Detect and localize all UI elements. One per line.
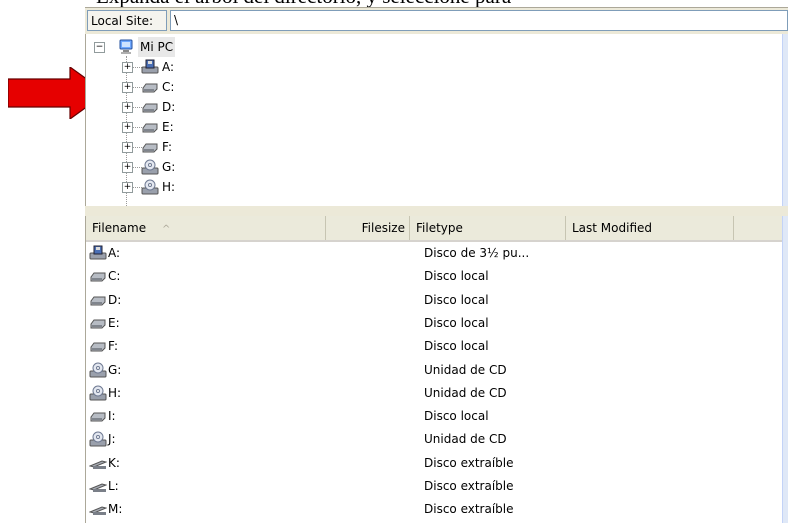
file-name: F: [108, 339, 119, 354]
list-item[interactable]: G: Unidad de CD [86, 359, 783, 382]
list-item[interactable]: E: Disco local [86, 312, 783, 335]
column-filesize[interactable]: Filesize [326, 216, 410, 240]
local-site-path-input[interactable]: \ [170, 10, 788, 31]
column-filename[interactable]: Filename ^ [86, 216, 326, 240]
file-name: D: [108, 292, 122, 307]
expand-icon[interactable]: + [122, 122, 133, 133]
file-type: Disco extraíble [424, 502, 514, 517]
expand-icon[interactable]: + [122, 162, 133, 173]
tree-item[interactable]: + F: [86, 137, 776, 157]
expand-icon[interactable]: + [122, 62, 133, 73]
file-type: Disco local [424, 292, 489, 307]
expand-icon[interactable]: + [122, 182, 133, 193]
removable-disk-icon [88, 501, 108, 523]
list-scrollbar[interactable] [782, 216, 788, 523]
tree-item-label: H: [162, 180, 176, 194]
list-item[interactable]: I: Disco local [86, 405, 783, 428]
file-name: L: [108, 479, 119, 493]
file-type: Disco de 3½ pu... [424, 246, 530, 260]
tree-scrollbar[interactable] [782, 34, 788, 206]
list-item[interactable]: L: Disco extraíble [86, 475, 783, 498]
file-type: Disco extraíble [424, 455, 514, 470]
tree-item[interactable]: + H: [86, 177, 776, 197]
my-computer-icon [119, 39, 133, 54]
column-last-modified[interactable]: Last Modified [566, 216, 734, 240]
file-name: C: [108, 269, 121, 284]
expand-icon[interactable]: + [122, 82, 133, 93]
file-name: E: [108, 315, 120, 330]
file-name: I: [108, 409, 116, 424]
list-item[interactable]: A: Disco de 3½ pu... [86, 242, 783, 265]
cd-drive-icon [141, 179, 159, 201]
list-item[interactable]: K: Disco extraíble [86, 452, 783, 475]
tree-item[interactable]: + D: [86, 97, 776, 117]
local-site-label: Local Site: [87, 10, 167, 31]
file-list: Filename ^ Filesize Filetype Last Modifi… [85, 216, 788, 523]
tree-item-mi-pc[interactable]: − Mi PC [86, 37, 776, 57]
file-name: G: [108, 362, 122, 377]
file-type: Unidad de CD [424, 362, 507, 377]
list-item[interactable]: D: Disco local [86, 289, 783, 312]
tree-item-label: A: [162, 60, 175, 74]
file-type: Unidad de CD [424, 385, 507, 400]
column-filetype[interactable]: Filetype [410, 216, 566, 240]
tree-item-label: G: [162, 160, 176, 174]
tree-item-label: D: [162, 100, 176, 114]
collapse-icon[interactable]: − [94, 42, 105, 53]
list-item[interactable]: H: Unidad de CD [86, 382, 783, 405]
sort-ascending-icon: ^ [161, 224, 171, 235]
list-item[interactable]: C: Disco local [86, 265, 783, 288]
list-item[interactable]: J: Unidad de CD [86, 428, 783, 451]
tree-item[interactable]: + E: [86, 117, 776, 137]
file-type: Unidad de CD [424, 432, 507, 447]
file-name: H: [108, 385, 122, 400]
file-name: M: [108, 502, 123, 517]
tree-label-mi-pc: Mi PC [138, 37, 176, 57]
pane-splitter[interactable] [85, 206, 788, 216]
file-type: Disco local [424, 339, 489, 354]
list-header: Filename ^ Filesize Filetype Last Modifi… [86, 216, 783, 242]
tree-item-label: E: [162, 120, 174, 134]
expand-icon[interactable]: + [122, 102, 133, 113]
expand-icon[interactable]: + [122, 142, 133, 153]
tree-item[interactable]: + A: [86, 57, 776, 77]
list-item[interactable]: F: Disco local [86, 335, 783, 358]
list-item[interactable]: M: Disco extraíble [86, 498, 783, 521]
tree-item[interactable]: + G: [86, 157, 776, 177]
file-name: J: [108, 432, 116, 447]
tree-item[interactable]: + C: [86, 77, 776, 97]
file-type: Disco local [424, 315, 489, 330]
file-type: Disco local [424, 409, 489, 424]
tree-item-label: C: [162, 80, 175, 94]
tree-item-label: F: [162, 140, 173, 154]
file-name: K: [108, 455, 120, 470]
directory-tree: − Mi PC + A: + C: + D: + E: + F: + G: + H: [85, 34, 788, 206]
file-type: Disco local [424, 269, 489, 284]
file-type: Disco extraíble [424, 479, 514, 493]
file-name: A: [108, 246, 121, 260]
